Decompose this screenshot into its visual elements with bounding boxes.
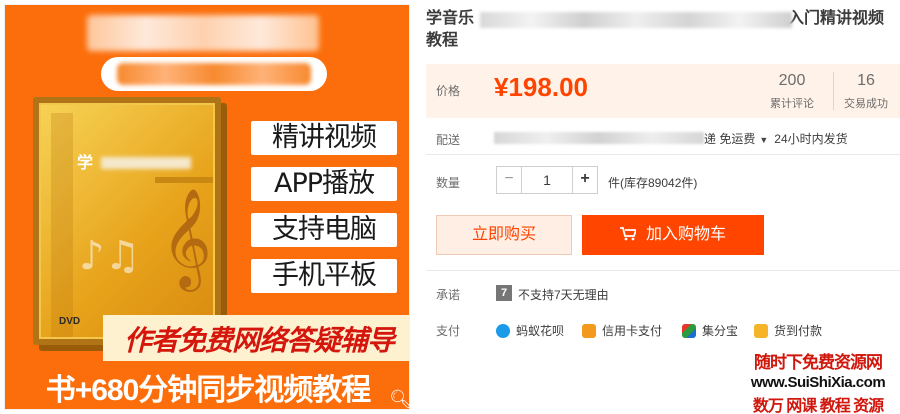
support-text: 作者免费网络答疑辅导 (123, 325, 395, 356)
support-banner: 作者免费网络答疑辅导 (103, 315, 409, 361)
add-to-cart-label: 加入购物车 (645, 226, 726, 243)
stock-info: 件(库存89042件) (608, 176, 698, 190)
title-line2: 教程 (426, 32, 459, 49)
dvd-logo: DVD (59, 316, 81, 327)
ship-time: 24小时内发货 (774, 132, 848, 146)
cart-icon (619, 227, 636, 241)
promise-text[interactable]: 不支持7天无理由 (518, 286, 609, 303)
dvd-title: 学 (77, 155, 94, 172)
credit-card-icon (582, 323, 596, 338)
divider (426, 154, 900, 155)
product-page: 学 𝄞 ♪♫ DVD 精讲视频 APP播放 支持电脑 手机平板 作者免费网络答疑… (0, 0, 900, 414)
chevron-down-icon[interactable]: ▼ (759, 135, 768, 145)
review-count: 200 (778, 72, 806, 89)
watermark: 随时下免费资源网 www.SuiShiXia.com 数万 网课 教程 资源 (740, 348, 896, 414)
review-count-label: 累计评论 (770, 98, 814, 110)
watermark-line2: www.SuiShiXia.com (750, 374, 886, 391)
review-count-stat[interactable]: 200 累计评论 (770, 72, 814, 111)
payment-method-huabei[interactable]: 蚂蚁花呗 (496, 322, 564, 339)
promise-label: 承诺 (436, 288, 461, 302)
cash-on-delivery-icon (754, 323, 768, 338)
quantity-input[interactable]: 1 (522, 166, 572, 194)
quantity-stepper: − 1 + (496, 166, 598, 194)
divider (426, 270, 900, 271)
blurred-header-text (87, 15, 319, 51)
delivery-info[interactable]: 递 免运费 ▼ 24小时内发货 (704, 130, 848, 147)
delivery-fee: 递 免运费 (704, 132, 756, 146)
buy-now-button[interactable]: 立即购买 (436, 215, 572, 255)
dvd-blurred-title (101, 157, 191, 169)
feature-list: 精讲视频 APP播放 支持电脑 手机平板 (251, 121, 397, 305)
title-banner (101, 57, 327, 91)
feature-item: 支持电脑 (251, 213, 397, 247)
delivery-row: 配送 递 免运费 ▼ 24小时内发货 (426, 124, 900, 152)
music-notes-icon: ♪♫ (79, 233, 141, 279)
title-prefix: 学音乐 (426, 10, 475, 27)
payment-method-credit-card[interactable]: 信用卡支付 (582, 322, 662, 339)
dvd-case-illustration: 学 𝄞 ♪♫ DVD (33, 97, 221, 345)
watermark-line3: 数万 网课 教程 资源 (752, 398, 884, 414)
sales-count: 16 (857, 72, 875, 89)
feature-item: 手机平板 (251, 259, 397, 293)
huabei-icon (496, 323, 510, 338)
decrease-button[interactable]: − (496, 166, 522, 194)
payment-method-label: 信用卡支付 (602, 324, 663, 338)
feature-item: APP播放 (251, 167, 397, 201)
payment-method-jifenbao[interactable]: 集分宝 (682, 322, 738, 339)
increase-button[interactable]: + (572, 166, 598, 194)
treble-clef-icon: 𝄞 (161, 188, 212, 288)
price-label: 价格 (436, 84, 461, 98)
payment-label: 支付 (436, 324, 461, 338)
price-panel: 价格 ¥198.00 200 累计评论 16 交易成功 (426, 64, 900, 118)
seven-day-icon: 7 (496, 285, 512, 301)
delivery-label: 配送 (436, 133, 461, 147)
sales-count-label: 交易成功 (844, 98, 888, 110)
add-to-cart-button[interactable]: 加入购物车 (582, 215, 764, 255)
feature-item: 精讲视频 (251, 121, 397, 155)
payment-method-label: 货到付款 (774, 324, 823, 338)
jifenbao-icon (682, 323, 696, 338)
stat-divider (833, 72, 834, 110)
bottom-caption: 书+680分钟同步视频教程 (45, 374, 372, 407)
blurred-title-segment (480, 12, 792, 28)
payment-method-label: 集分宝 (702, 324, 739, 338)
sales-count-stat[interactable]: 16 交易成功 (844, 72, 888, 111)
blurred-delivery-origin (494, 132, 704, 144)
payment-method-cod[interactable]: 货到付款 (754, 322, 822, 339)
title-suffix: 入门精讲视频 (788, 10, 885, 27)
product-main-image[interactable]: 学 𝄞 ♪♫ DVD 精讲视频 APP播放 支持电脑 手机平板 作者免费网络答疑… (4, 4, 410, 410)
payment-method-label: 蚂蚁花呗 (516, 324, 565, 338)
price-value: ¥198.00 (494, 72, 588, 102)
quantity-label: 数量 (436, 176, 461, 190)
zoom-magnifier-icon[interactable]: 🔍︎ (389, 389, 409, 409)
watermark-line1: 随时下免费资源网 (754, 353, 883, 372)
